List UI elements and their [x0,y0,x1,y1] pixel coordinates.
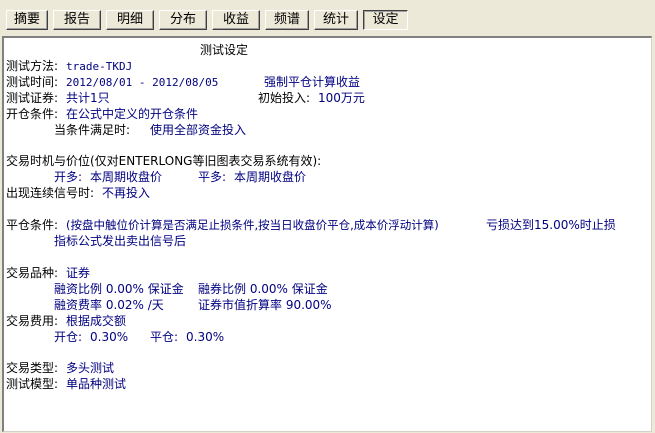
close-formula-value: 指标公式发出卖出信号后 [54,234,187,248]
open-fee-value: 0.30% [90,330,129,344]
securities-value: 共计1只 [66,91,110,105]
close-long-value: 本周期收盘价 [234,170,307,184]
open-condition-label: 开仓条件: [6,107,59,121]
initial-input-label: 初始投入: [258,91,311,105]
variety-label: 交易品种: [6,266,59,280]
settings-panel: 测试设定 测试方法: trade-TKDJ 测试时间: 2012/08/01 -… [2,36,652,432]
initial-input-value: 100万元 [318,91,365,105]
close-condition-value: (按盘中触位价计算是否满足止损条件,按当日收盘价平仓,成本价浮动计算) [66,218,439,232]
time-value: 2012/08/01 - 2012/08/05 [66,76,219,89]
method-value: trade-TKDJ [66,60,133,73]
securities-label: 测试证券: [6,91,59,105]
tab-summary[interactable]: 摘要 [6,10,48,30]
tab-report[interactable]: 报告 [53,10,101,30]
fee-value: 根据成交额 [66,314,127,328]
when-met-value: 使用全部资金投入 [150,123,247,137]
tab-detail[interactable]: 明细 [106,10,154,30]
close-condition-label: 平仓条件: [6,218,59,232]
trade-type-value: 多头测试 [66,361,115,375]
stop-loss-value: 亏损达到15.00%时止损 [486,218,616,232]
consecutive-value: 不再投入 [102,186,151,200]
time-label: 测试时间: [6,75,59,89]
tab-bar: 摘要 报告 明细 分布 收益 频谱 统计 设定 [0,0,655,34]
timing-label: 交易时机与价位(仅对ENTERLONG等旧图表交易系统有效): [6,154,322,168]
trade-type-label: 交易类型: [6,361,59,375]
close-long-label: 平多: [198,170,227,184]
model-label: 测试模型: [6,377,59,391]
variety-value: 证券 [66,266,91,280]
open-long-value: 本周期收盘价 [90,170,163,184]
close-fee-label: 平仓: [150,330,179,344]
model-value: 单品种测试 [66,377,127,391]
fee-label: 交易费用: [6,314,59,328]
page-title: 测试设定 [200,43,249,57]
open-fee-label: 开仓: [54,330,83,344]
open-long-label: 开多: [54,170,83,184]
when-met-label: 当条件满足时: [54,123,131,137]
method-label: 测试方法: [6,59,59,73]
force-close-note: 强制平仓计算收益 [264,75,361,89]
tab-profit[interactable]: 收益 [212,10,260,30]
margin-short: 融券比例 0.00% 保证金 [198,282,328,296]
discount-rate: 证券市值折算率 90.00% [198,298,332,312]
margin-financing: 融资比例 0.00% 保证金 [54,282,184,296]
tab-spectrum[interactable]: 频谱 [265,10,309,30]
tab-statistics[interactable]: 统计 [314,10,358,30]
consecutive-label: 出现连续信号时: [6,186,95,200]
open-condition-value: 在公式中定义的开仓条件 [66,107,199,121]
financing-rate: 融资费率 0.02% /天 [54,298,164,312]
close-fee-value: 0.30% [186,330,225,344]
tab-settings[interactable]: 设定 [363,10,408,30]
tab-distribution[interactable]: 分布 [159,10,207,30]
